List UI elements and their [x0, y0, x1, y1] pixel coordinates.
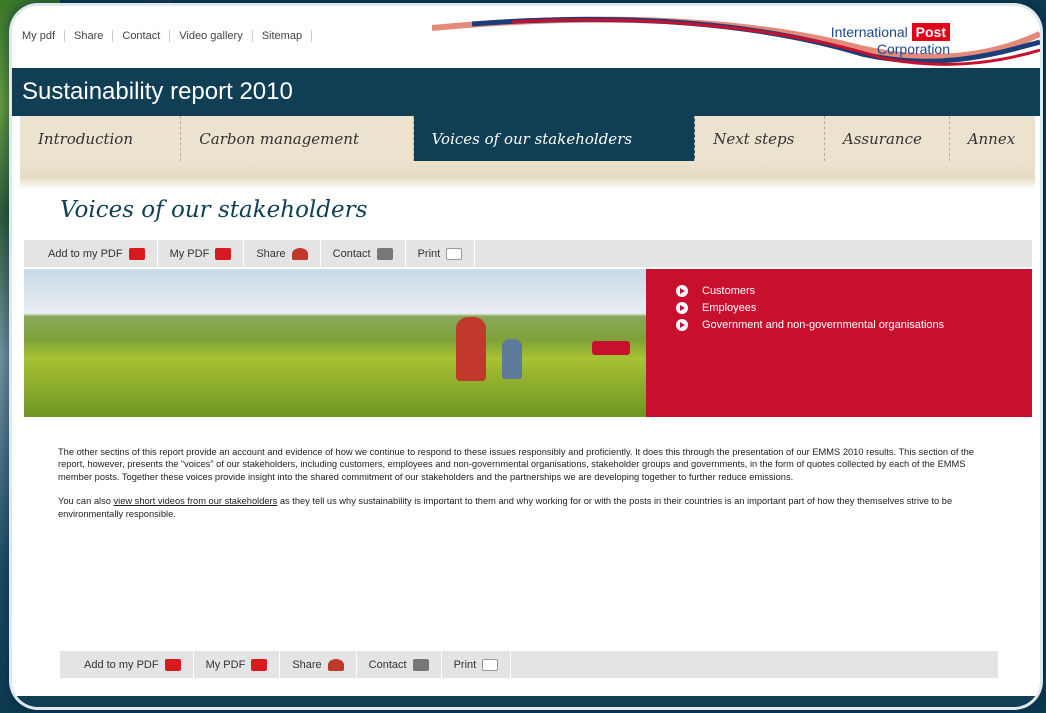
stakeholder-link-employees[interactable]: Employees	[676, 302, 1032, 314]
footer-band	[12, 696, 1040, 707]
hero-image-children-field	[24, 269, 646, 417]
site-header: Sustainability report 2010	[12, 68, 1040, 116]
print-icon	[446, 247, 463, 260]
add-to-pdf-label: Add to my PDF	[84, 658, 159, 671]
main-nav: Introduction Carbon management Voices of…	[20, 116, 1035, 161]
top-link-sitemap[interactable]: Sitemap	[251, 30, 313, 42]
print-icon	[482, 658, 499, 671]
video-paragraph: You can also view short videos from our …	[58, 495, 998, 520]
share-icon	[291, 247, 308, 260]
nav-tab-voices[interactable]: Voices of our stakeholders	[413, 116, 696, 161]
ipc-logo[interactable]: International Post Corporation	[830, 23, 950, 58]
arrow-bullet-icon	[676, 285, 688, 297]
arrow-bullet-icon	[676, 302, 688, 314]
nav-tab-assurance[interactable]: Assurance	[825, 116, 950, 161]
pdf-icon	[215, 247, 232, 260]
logo-text-post: Post	[911, 23, 950, 41]
top-link-contact[interactable]: Contact	[112, 30, 169, 42]
share-button[interactable]: Share	[244, 240, 321, 267]
logo-text-corporation: Corporation	[876, 41, 950, 57]
page-title: Voices of our stakeholders	[60, 197, 368, 223]
share-label: Share	[292, 658, 322, 671]
print-label: Print	[417, 247, 441, 260]
pdf-add-icon	[164, 658, 181, 671]
stakeholder-links-panel: Customers Employees Government and non-g…	[646, 269, 1032, 417]
stakeholder-link-government[interactable]: Government and non-governmental organisa…	[676, 319, 1032, 331]
stakeholder-link-label: Employees	[702, 302, 757, 314]
contact-label: Contact	[332, 247, 371, 260]
top-link-share[interactable]: Share	[64, 30, 112, 42]
stakeholder-link-label: Customers	[702, 285, 756, 297]
add-to-pdf-button[interactable]: Add to my PDF	[24, 240, 158, 267]
my-pdf-label: My PDF	[169, 247, 210, 260]
hero-child-girl	[456, 317, 486, 381]
nav-tab-carbon-management[interactable]: Carbon management	[181, 116, 414, 161]
logo-text-international: International	[830, 24, 908, 40]
browser-frame: My pdf Share Contact Video gallery Sitem…	[12, 6, 1040, 707]
hero-child-boy	[502, 339, 522, 379]
contact-icon	[376, 247, 393, 260]
share-icon	[327, 658, 344, 671]
contact-button[interactable]: Contact	[321, 240, 406, 267]
nav-tab-next-steps[interactable]: Next steps	[695, 116, 825, 161]
arrow-bullet-icon	[676, 319, 688, 331]
nav-tab-introduction[interactable]: Introduction	[20, 116, 182, 161]
nav-tab-annex[interactable]: Annex	[950, 116, 1035, 161]
top-link-video-gallery[interactable]: Video gallery	[169, 30, 251, 42]
hero-post-van	[592, 341, 630, 355]
contact-label: Contact	[368, 658, 407, 671]
page-toolbar-bottom: Add to my PDF My PDF Share Contact Print	[60, 651, 998, 678]
my-pdf-button-bottom[interactable]: My PDF	[194, 651, 281, 678]
torn-paper-edge	[20, 161, 1035, 189]
contact-icon	[412, 658, 429, 671]
print-button-bottom[interactable]: Print	[442, 651, 512, 678]
top-link-my-pdf[interactable]: My pdf	[22, 30, 64, 42]
videos-link[interactable]: view short videos from our stakeholders	[113, 496, 277, 506]
print-button[interactable]: Print	[406, 240, 476, 267]
share-label: Share	[256, 247, 286, 260]
pdf-add-icon	[128, 247, 145, 260]
pdf-icon	[251, 658, 268, 671]
site-title: Sustainability report 2010	[22, 78, 293, 105]
video-paragraph-before: You can also	[58, 496, 114, 507]
stakeholder-link-label: Government and non-governmental organisa…	[702, 319, 945, 331]
print-label: Print	[453, 658, 477, 671]
intro-paragraph: The other sectins of this report provide…	[58, 447, 974, 482]
body-text: The other sectins of this report provide…	[58, 446, 998, 532]
utility-bar: My pdf Share Contact Video gallery Sitem…	[12, 6, 1040, 68]
top-links: My pdf Share Contact Video gallery Sitem…	[22, 30, 313, 42]
share-button-bottom[interactable]: Share	[280, 651, 357, 678]
add-to-pdf-label: Add to my PDF	[48, 247, 123, 260]
my-pdf-label: My PDF	[205, 658, 246, 671]
stakeholder-link-customers[interactable]: Customers	[676, 285, 1032, 297]
page-toolbar-top: Add to my PDF My PDF Share Contact Print	[24, 240, 1032, 267]
add-to-pdf-button-bottom[interactable]: Add to my PDF	[60, 651, 194, 678]
my-pdf-button[interactable]: My PDF	[158, 240, 245, 267]
contact-button-bottom[interactable]: Contact	[357, 651, 442, 678]
